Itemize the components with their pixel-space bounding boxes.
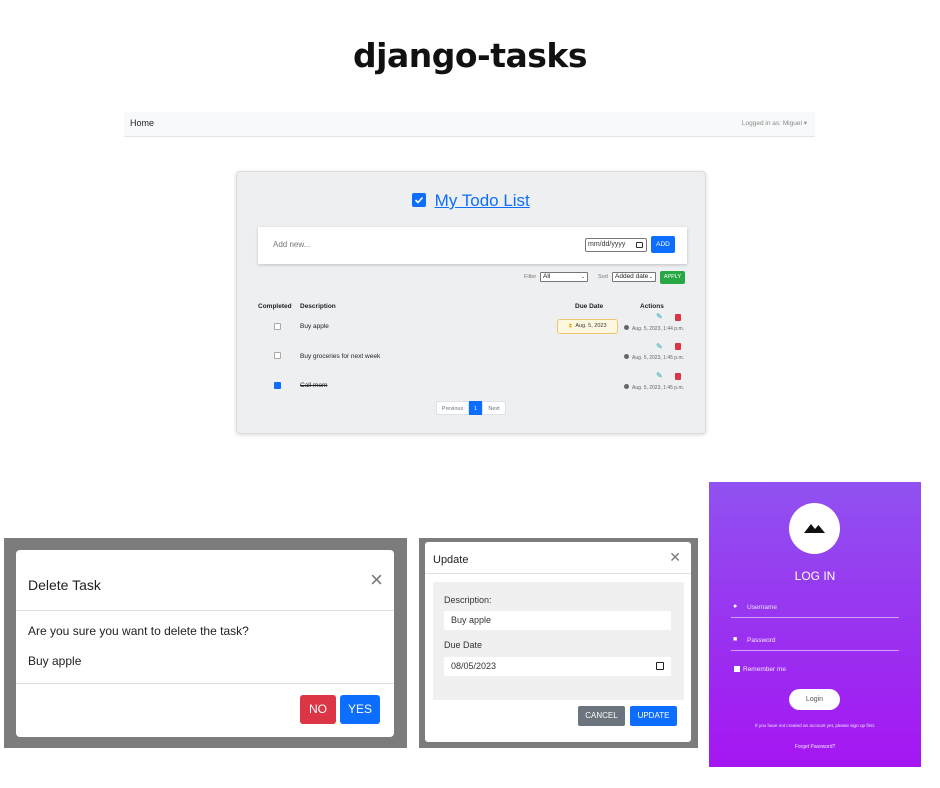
hourglass-icon: ⧗ (568, 323, 573, 329)
no-button[interactable]: NO (300, 695, 336, 724)
update-task-modal: Update ✕ Description: Buy apple Due Date… (425, 542, 691, 742)
sort-select-value: Added date (615, 273, 649, 280)
caret-down-icon: ▾ (803, 120, 807, 127)
due-date-label: Due Date (444, 640, 483, 650)
card-header: My Todo List (237, 191, 705, 211)
task-added-text: Aug. 5, 2023, 1:45 p.m. (632, 385, 684, 391)
divider (16, 610, 394, 611)
chevron-down-icon: ⌄ (580, 274, 585, 280)
password-input[interactable]: Password (747, 637, 776, 644)
remember-me[interactable]: Remember me (734, 666, 786, 673)
column-header-description: Description (300, 303, 336, 310)
forgot-password-link[interactable]: Forget Password? (709, 744, 921, 750)
todo-card: My Todo List Add new... mm/dd/yyyy ADD F… (236, 171, 706, 434)
task-complete-checkbox[interactable] (274, 323, 281, 330)
remember-me-checkbox[interactable] (734, 666, 740, 672)
nav-home-link[interactable]: Home (130, 118, 154, 128)
add-task-bar: Add new... mm/dd/yyyy ADD (258, 227, 687, 264)
update-modal-title: Update (433, 554, 469, 566)
delete-confirm-question: Are you sure you want to delete the task… (28, 624, 249, 638)
todo-list-title[interactable]: My Todo List (435, 191, 530, 210)
username-underline (731, 617, 899, 618)
due-date-placeholder: mm/dd/yyyy (588, 241, 626, 248)
due-date-badge: ⧗ Aug. 5, 2023 (557, 319, 618, 334)
update-form: Description: Buy apple Due Date 08/05/20… (433, 582, 684, 700)
column-header-due-date: Due Date (575, 303, 604, 310)
page-title: django-tasks (353, 36, 587, 75)
cancel-button[interactable]: CANCEL (578, 706, 625, 726)
filter-select[interactable]: All ⌄ (540, 272, 588, 282)
user-menu[interactable]: Logged in as: Miguel ▾ (742, 119, 807, 127)
column-header-actions: Actions (640, 303, 664, 310)
add-task-input[interactable]: Add new... (273, 240, 310, 249)
password-underline (731, 650, 899, 651)
task-description: Buy groceries for next week (300, 353, 381, 360)
user-menu-label: Logged in as: Miguel (741, 120, 802, 127)
task-added-date: Aug. 5, 2023, 1:45 p.m. (624, 384, 684, 392)
pagination-previous[interactable]: Previous (436, 401, 469, 415)
task-added-date: Aug. 5, 2023, 1:45 p.m. (624, 354, 684, 362)
clock-icon (624, 354, 630, 359)
due-date-text: Aug. 5, 2023 (575, 323, 607, 329)
description-label: Description: (444, 595, 492, 605)
trash-icon[interactable] (675, 373, 681, 380)
task-description: Buy apple (300, 323, 329, 330)
column-header-completed: Completed (258, 303, 292, 310)
user-icon: ● (733, 603, 738, 610)
sort-label: Sort (598, 274, 609, 280)
trash-icon[interactable] (675, 343, 681, 350)
login-panel: LOG IN ● Username ■ Password Remember me… (709, 482, 921, 767)
due-date-value: 08/05/2023 (451, 661, 497, 671)
filter-label: Filter (524, 274, 537, 280)
apply-button[interactable]: APPLY (660, 271, 685, 284)
delete-task-name: Buy apple (28, 654, 82, 668)
clock-icon (624, 325, 630, 330)
update-button[interactable]: UPDATE (630, 706, 677, 726)
task-complete-checkbox[interactable] (274, 352, 281, 359)
edit-pencil-icon[interactable]: ✎ (656, 342, 663, 351)
signup-note: If you have not created an account yet, … (754, 723, 876, 728)
remember-me-label: Remember me (743, 666, 786, 673)
calendar-icon[interactable] (656, 662, 664, 670)
clock-icon (624, 384, 630, 389)
update-modal-backdrop: Update ✕ Description: Buy apple Due Date… (419, 538, 698, 748)
edit-pencil-icon[interactable]: ✎ (656, 312, 663, 321)
task-description: Call mom (300, 382, 328, 389)
filter-select-value: All (543, 273, 551, 280)
task-added-text: Aug. 5, 2023, 1:45 p.m. (632, 355, 684, 361)
calendar-icon[interactable] (636, 242, 643, 248)
trash-icon[interactable] (675, 314, 681, 321)
task-complete-checkbox-checked[interactable] (274, 382, 281, 389)
mountain-icon (804, 524, 825, 533)
pagination-page-1[interactable]: 1 (469, 401, 482, 415)
navbar: Home Logged in as: Miguel ▾ (124, 112, 815, 137)
login-title: LOG IN (794, 569, 836, 583)
delete-modal-backdrop: Delete Task × Are you sure you want to d… (4, 538, 407, 748)
divider (16, 683, 394, 684)
due-date-input[interactable]: mm/dd/yyyy (585, 238, 647, 252)
add-button[interactable]: ADD (651, 236, 675, 253)
chevron-down-icon: ⌄ (648, 274, 653, 280)
checkbox-icon (412, 193, 427, 207)
username-input[interactable]: Username (747, 604, 777, 611)
pagination-next[interactable]: Next (482, 401, 506, 415)
logo (789, 503, 840, 554)
task-added-date: Aug. 5, 2023, 1:44 p.m. (624, 325, 684, 333)
login-button[interactable]: Login (789, 689, 840, 710)
sort-select[interactable]: Added date ⌄ (612, 272, 656, 282)
close-icon[interactable]: ✕ (669, 549, 681, 566)
divider (425, 573, 691, 574)
delete-modal-title: Delete Task (28, 577, 101, 593)
close-icon[interactable]: × (370, 569, 383, 591)
description-field[interactable]: Buy apple (444, 611, 671, 630)
lock-icon: ■ (733, 636, 738, 643)
edit-pencil-icon[interactable]: ✎ (656, 371, 663, 380)
task-added-text: Aug. 5, 2023, 1:44 p.m. (632, 326, 684, 332)
yes-button[interactable]: YES (340, 695, 380, 724)
due-date-field[interactable]: 08/05/2023 (444, 657, 671, 676)
delete-task-modal: Delete Task × Are you sure you want to d… (16, 550, 394, 737)
